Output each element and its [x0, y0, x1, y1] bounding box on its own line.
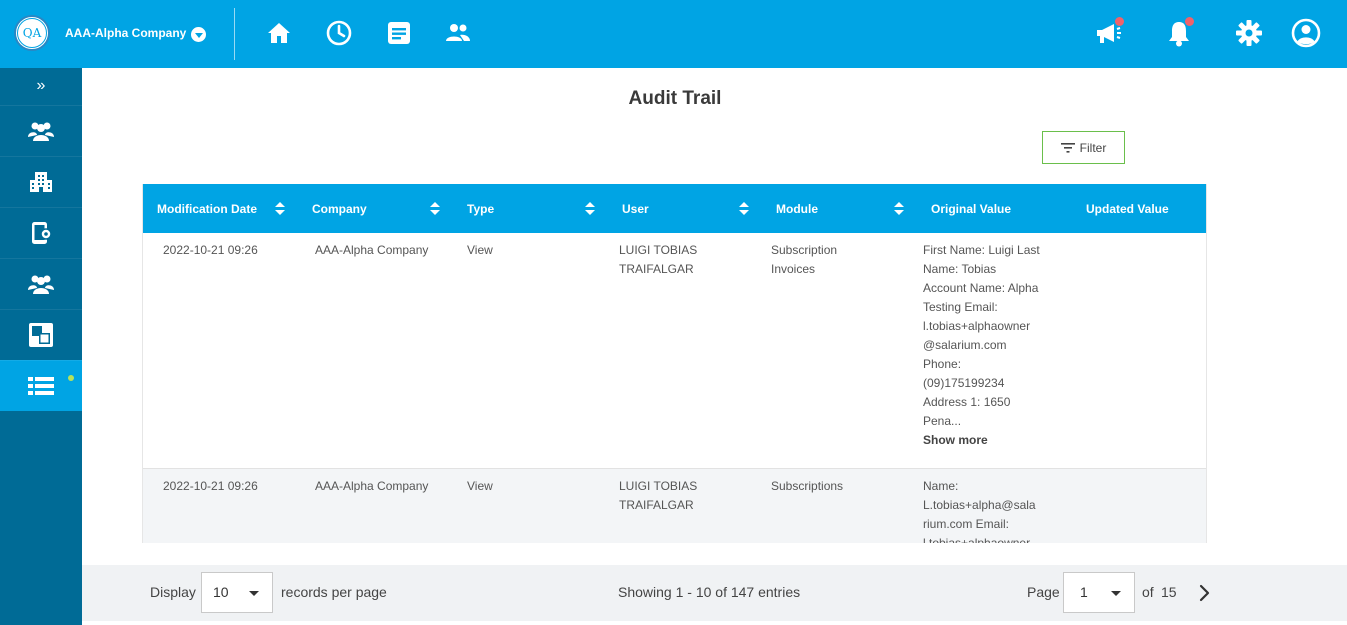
column-header-company[interactable]: Company [312, 184, 367, 233]
cell-line: Account Name: Alpha [923, 281, 1039, 295]
sort-icon[interactable] [739, 202, 749, 216]
sidebar: » [0, 68, 82, 625]
building-icon [30, 172, 52, 192]
cell-company: AAA-Alpha Company [315, 243, 429, 257]
notification-dot [1115, 17, 1124, 26]
records-per-page-value: 10 [213, 584, 229, 600]
cell-modification-date: 2022-10-21 09:26 [163, 479, 258, 493]
of-label: of [1142, 584, 1154, 600]
active-indicator [68, 375, 74, 381]
chevron-down-icon [249, 591, 259, 596]
filter-icon [1060, 142, 1075, 153]
notification-dot [1185, 17, 1194, 26]
cell-line: Invoices [771, 262, 816, 276]
bell-icon[interactable] [1164, 17, 1194, 48]
cell-line: First Name: Luigi Last [923, 243, 1040, 257]
cell-line: Name: [923, 479, 959, 493]
table-row: 2022-10-21 09:26 AAA-Alpha Company View … [143, 469, 1206, 543]
table-header: Modification Date Company Type User Modu… [143, 184, 1206, 233]
cell-line: Address 1: 1650 [923, 395, 1011, 409]
page-select[interactable]: 1 [1063, 572, 1135, 613]
cell-line: TRAIFALGAR [619, 498, 694, 512]
account-icon[interactable] [1291, 18, 1321, 48]
sort-icon[interactable] [894, 202, 904, 216]
records-per-page-label: records per page [281, 584, 387, 600]
cell-module: Subscription Invoices [771, 241, 837, 279]
cell-user: LUIGI TOBIAS TRAIFALGAR [619, 241, 697, 279]
cell-line: L.tobias+alpha@sala [923, 498, 1036, 512]
total-pages: 15 [1161, 584, 1177, 600]
table-row: 2022-10-21 09:26 AAA-Alpha Company View … [143, 233, 1206, 469]
sort-icon[interactable] [275, 202, 285, 216]
sidebar-item-team[interactable] [0, 258, 82, 309]
column-header-user[interactable]: User [622, 184, 649, 233]
column-header-type[interactable]: Type [467, 184, 494, 233]
page-title: Audit Trail [628, 88, 722, 109]
column-header-updated-value[interactable]: Updated Value [1086, 184, 1169, 233]
clock-icon[interactable] [324, 18, 354, 48]
sort-icon[interactable] [585, 202, 595, 216]
page-label: Page [1027, 584, 1060, 600]
filter-label: Filter [1079, 140, 1107, 155]
audit-table: Modification Date Company Type User Modu… [142, 184, 1207, 543]
group-icon [28, 122, 54, 141]
cell-line: Testing Email: [923, 300, 998, 314]
cell-line: rium.com Email: [923, 517, 1010, 531]
cell-line: LUIGI TOBIAS [619, 479, 698, 493]
cell-line: l.tobias+alphaowner [923, 536, 1031, 543]
show-more-link[interactable]: Show more [923, 431, 1040, 450]
chevron-down-icon [1111, 591, 1121, 596]
sidebar-item-modules[interactable] [0, 309, 82, 360]
filter-button[interactable]: Filter [1042, 131, 1125, 164]
sidebar-item-groups[interactable] [0, 105, 82, 156]
chevron-right-icon [1199, 584, 1210, 602]
page-value: 1 [1080, 584, 1088, 600]
home-icon[interactable] [264, 18, 294, 48]
cell-line: Pena... [923, 414, 962, 428]
cell-line: TRAIFALGAR [619, 262, 694, 276]
cell-line: LUIGI TOBIAS [619, 243, 698, 257]
records-per-page-select[interactable]: 10 [201, 572, 273, 613]
cell-user: LUIGI TOBIAS TRAIFALGAR [619, 477, 697, 515]
entries-summary: Showing 1 - 10 of 147 entries [618, 584, 801, 600]
sidebar-item-audit-trail[interactable] [0, 360, 82, 411]
sidebar-item-devices[interactable] [0, 207, 82, 258]
sort-icon[interactable] [430, 202, 440, 216]
cell-line: l.tobias+alphaowner [923, 319, 1031, 333]
sidebar-item-company[interactable] [0, 156, 82, 207]
squares-icon [29, 323, 53, 347]
megaphone-icon[interactable] [1093, 17, 1124, 48]
column-header-modification-date[interactable]: Modification Date [157, 184, 257, 233]
logo-text: QA [17, 18, 47, 48]
sidebar-expand-icon[interactable]: » [0, 68, 82, 104]
mobile-settings-icon [32, 222, 52, 244]
document-icon[interactable] [384, 18, 414, 48]
divider [234, 8, 235, 60]
cell-line: @salarium.com [923, 338, 1007, 352]
cell-company: AAA-Alpha Company [315, 479, 429, 493]
next-page-button[interactable] [1194, 582, 1214, 604]
company-dropdown-icon[interactable] [191, 27, 206, 42]
cell-original-value: Name: L.tobias+alpha@sala rium.com Email… [923, 477, 1036, 543]
cell-original-value: First Name: Luigi Last Name: Tobias Acco… [923, 241, 1040, 450]
list-icon [28, 377, 54, 395]
cell-type: View [467, 243, 493, 257]
cell-line: Phone: [923, 357, 962, 371]
people-icon[interactable] [443, 18, 473, 48]
display-label: Display [150, 584, 196, 600]
company-name[interactable]: AAA-Alpha Company [65, 26, 186, 40]
cell-modification-date: 2022-10-21 09:26 [163, 243, 258, 257]
cell-line: (09)175199234 [923, 376, 1005, 390]
top-bar: QA AAA-Alpha Company [0, 0, 1347, 68]
cell-module: Subscriptions [771, 479, 844, 493]
cell-type: View [467, 479, 493, 493]
cell-line: Subscription [771, 243, 838, 257]
column-header-original-value[interactable]: Original Value [931, 184, 1011, 233]
column-header-module[interactable]: Module [776, 184, 818, 233]
pagination-bar: Display 10 records per page Showing 1 - … [82, 565, 1347, 621]
company-logo[interactable]: QA [14, 15, 50, 51]
cell-line: Name: Tobias [923, 262, 997, 276]
gear-icon[interactable] [1234, 18, 1264, 48]
team-icon [28, 275, 54, 294]
